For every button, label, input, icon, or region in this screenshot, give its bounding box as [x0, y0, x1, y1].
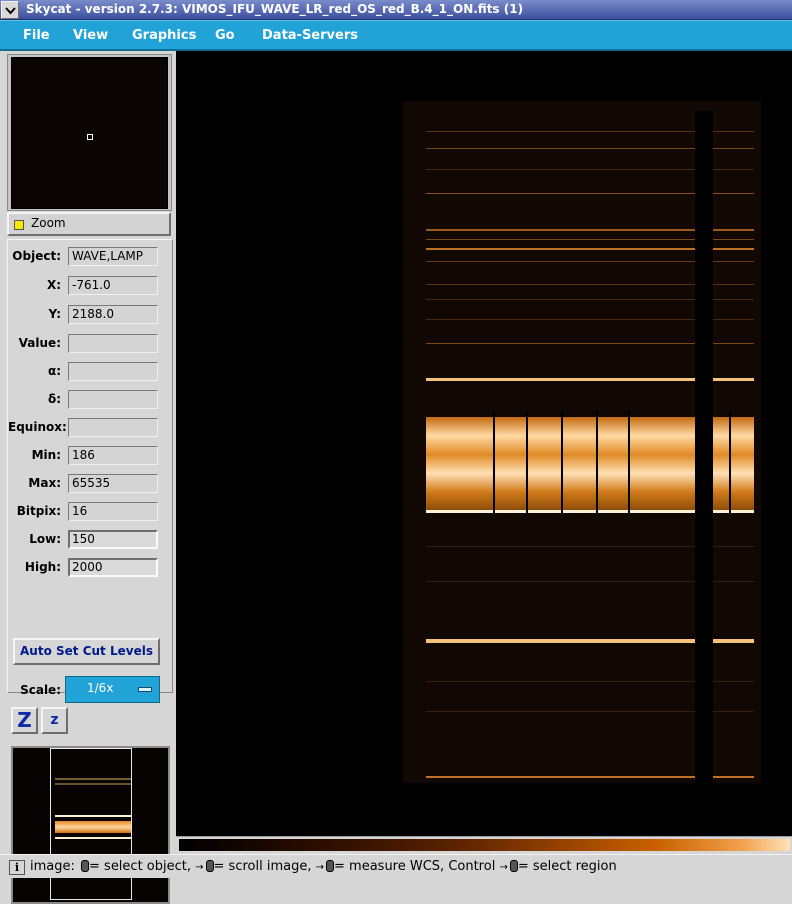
window-menu-button[interactable] [1, 1, 19, 19]
cursor-marker [87, 134, 93, 140]
equinox-label: Equinox: [8, 420, 67, 434]
zoom-label: Zoom [31, 216, 66, 230]
info-icon: i [9, 860, 25, 875]
status-prefix: image: [30, 859, 75, 874]
mouse-button-icon [509, 860, 518, 872]
high-cut-input[interactable]: 2000 [68, 558, 158, 577]
thumbnail-spectrum-line [55, 783, 131, 785]
low-cut-input[interactable]: 150 [68, 530, 158, 549]
status-scroll-image: = scroll image, [213, 859, 312, 874]
colorbar[interactable] [179, 839, 790, 851]
object-field: WAVE,LAMP [68, 247, 158, 266]
colorbar-frame [176, 836, 792, 853]
window-title: Skycat - version 2.7.3: VIMOS_IFU_WAVE_L… [26, 2, 524, 16]
x-field: -761.0 [68, 276, 158, 295]
alpha-field [68, 362, 158, 381]
max-label: Max: [28, 476, 61, 490]
control-panel: Zoom Object: WAVE,LAMP X: -761.0 Y: 2188… [0, 51, 176, 904]
low-label: Low: [29, 532, 61, 546]
status-bar: i image: = select object, → = scroll imag… [0, 854, 792, 878]
mouse-button-icon [81, 860, 90, 872]
menu-bar: File View Graphics Go Data-Servers [0, 20, 792, 51]
status-measure-wcs: = measure WCS, Control [334, 859, 496, 874]
menu-file[interactable]: File [23, 28, 50, 43]
thumbnail-spectrum-line [55, 815, 131, 817]
bitpix-field: 16 [68, 502, 158, 521]
mouse-button-icon [205, 860, 214, 872]
arrow-right-icon: → [195, 862, 204, 873]
zoom-window[interactable] [11, 57, 168, 209]
zoom-window-frame [7, 54, 172, 211]
status-select-object: = select object, [89, 859, 191, 874]
high-label: High: [24, 560, 61, 574]
scale-menu-button[interactable]: 1/6x [65, 676, 160, 703]
max-field: 65535 [68, 474, 158, 493]
thumbnail-spectrum-line [55, 837, 131, 839]
min-label: Min: [31, 448, 61, 462]
zoom-in-button[interactable]: Z [11, 707, 38, 734]
thumbnail-spectrum-band [55, 821, 131, 833]
alpha-label: α: [47, 364, 61, 378]
mouse-button-icon [326, 860, 335, 872]
image-info-panel: Object: WAVE,LAMP X: -761.0 Y: 2188.0 Va… [7, 239, 173, 703]
value-field [68, 334, 158, 353]
object-label: Object: [12, 249, 61, 263]
menu-graphics[interactable]: Graphics [132, 28, 196, 43]
x-label: X: [46, 278, 61, 292]
min-field: 186 [68, 446, 158, 465]
status-text: image: = select object, → = scroll image,… [30, 859, 617, 874]
y-field: 2188.0 [68, 305, 158, 324]
arrow-right-icon: → [315, 862, 325, 873]
y-label: Y: [48, 307, 61, 321]
menu-data-servers[interactable]: Data-Servers [262, 28, 358, 43]
zoom-checkbox[interactable] [14, 220, 24, 230]
scale-label: Scale: [20, 683, 61, 697]
status-select-region: = select region [517, 859, 617, 874]
panner-thumbnail[interactable] [11, 746, 170, 904]
delta-field [68, 390, 158, 409]
menu-view[interactable]: View [73, 28, 108, 43]
menu-go[interactable]: Go [215, 28, 235, 43]
auto-set-cut-levels-button[interactable]: Auto Set Cut Levels [13, 638, 160, 665]
bitpix-label: Bitpix: [16, 504, 61, 518]
chevron-down-icon [5, 7, 16, 15]
image-canvas[interactable] [176, 51, 792, 836]
thumbnail-spectrum-line [55, 778, 131, 780]
title-bar: Skycat - version 2.7.3: VIMOS_IFU_WAVE_L… [0, 0, 792, 20]
option-menu-indicator-icon [138, 687, 152, 692]
arrow-right-icon: → [499, 862, 508, 873]
equinox-field [68, 418, 158, 437]
scale-value: 1/6x [87, 681, 114, 695]
spectrum-image [176, 51, 792, 836]
value-label: Value: [18, 336, 61, 350]
zoom-out-button[interactable]: z [41, 707, 68, 734]
delta-label: δ: [47, 392, 61, 406]
zoom-toggle[interactable]: Zoom [7, 212, 171, 236]
